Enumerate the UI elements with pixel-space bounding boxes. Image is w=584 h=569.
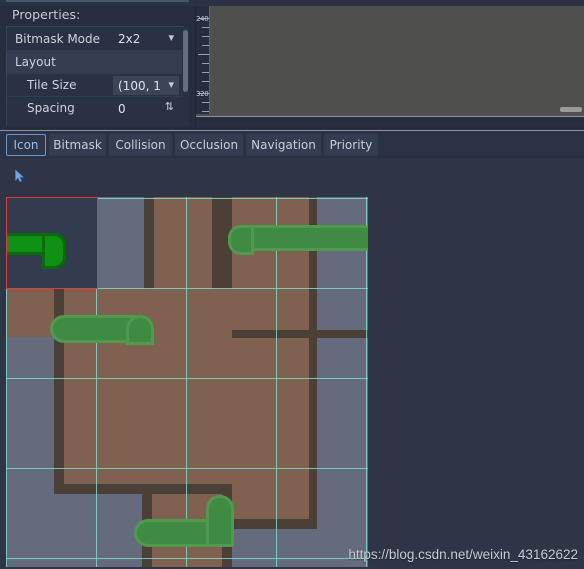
viewport-top-strip [196, 0, 584, 6]
vine-segment [206, 495, 234, 547]
tilemap-canvas[interactable] [6, 197, 368, 567]
spacing-spinbox[interactable]: 0 ⇅ [113, 99, 179, 118]
spacing-value: 0 [118, 101, 126, 116]
inspector-top-divider [6, 0, 189, 2]
tile-block [154, 197, 212, 289]
chevron-down-icon: ▾ [168, 78, 174, 91]
ruler-tick [198, 54, 209, 55]
spinner-updown-icon[interactable]: ⇅ [165, 100, 174, 113]
bitmask-mode-value: 2x2 [118, 31, 141, 46]
grid-line-horizontal [6, 468, 368, 469]
tab-collision[interactable]: Collision [109, 134, 172, 156]
tileset-viewport[interactable]: 240 320 [196, 0, 584, 121]
scrollbar-thumb[interactable] [183, 30, 188, 92]
tab-bitmask[interactable]: Bitmask [49, 134, 106, 156]
ruler-tick [202, 27, 209, 28]
ruler-tick [202, 102, 209, 103]
property-label: Tile Size [27, 78, 77, 92]
ruler-tick [202, 111, 209, 112]
tile-block [232, 330, 317, 338]
editor-toolstrip [0, 159, 584, 190]
grid-line-vertical [366, 197, 367, 567]
grid-line-horizontal [6, 378, 368, 379]
tile-block [6, 337, 54, 567]
tile-block [152, 487, 222, 494]
vertical-ruler: 240 320 [196, 6, 210, 114]
ruler-tick [202, 63, 209, 64]
tile-art-layer [6, 197, 368, 567]
property-row-bitmask-mode[interactable]: Bitmask Mode 2x2 ▾ [7, 27, 183, 50]
properties-label: Properties: [12, 7, 81, 22]
grid-line-vertical [186, 197, 187, 567]
tile-block [6, 289, 54, 337]
tile-block [309, 330, 317, 520]
viewport-bottom-fill [196, 117, 584, 121]
properties-table: Bitmask Mode 2x2 ▾ Layout Tile Size (100… [6, 26, 184, 126]
ruler-label: 320 [196, 90, 209, 98]
tile-block [144, 197, 154, 289]
property-row-spacing[interactable]: Spacing 0 ⇅ [7, 96, 183, 119]
ruler-tick [202, 81, 209, 82]
property-group-layout[interactable]: Layout [7, 50, 183, 73]
property-label: Spacing [27, 101, 75, 115]
tile-size-value: (100, 1 [118, 78, 161, 93]
chevron-down-icon: ▾ [168, 31, 174, 44]
vine-segment [126, 315, 154, 345]
vine-segment [228, 225, 254, 255]
tile-editor-area: https://blog.csdn.net/weixin_43162622 [0, 159, 584, 569]
grid-line-horizontal [6, 558, 368, 559]
bitmask-mode-combobox[interactable]: 2x2 ▾ [113, 29, 179, 48]
tab-navigation[interactable]: Navigation [246, 134, 321, 156]
vine-segment [42, 233, 66, 269]
ruler-label: 240 [196, 15, 209, 23]
tab-icon[interactable]: Icon [6, 134, 46, 156]
tile-block [317, 338, 368, 520]
ruler-tick [202, 36, 209, 37]
inspector-vertical-scrollbar[interactable] [182, 27, 189, 126]
tile-block [317, 330, 368, 338]
property-label: Bitmask Mode [15, 31, 101, 46]
inspector-panel: Properties: Bitmask Mode 2x2 ▾ Layout Ti… [0, 0, 196, 126]
ruler-tick [202, 72, 209, 73]
property-row-tile-size[interactable]: Tile Size (100, 1 ▾ [7, 73, 183, 96]
watermark-text: https://blog.csdn.net/weixin_43162622 [348, 547, 578, 562]
tile-data-tabbar: Icon Bitmask Collision Occlusion Navigation P… [0, 131, 584, 159]
ruler-tick [202, 45, 209, 46]
tile-size-combobox[interactable]: (100, 1 ▾ [113, 76, 179, 95]
tab-priority[interactable]: Priority [324, 134, 378, 156]
tab-occlusion[interactable]: Occlusion [175, 134, 243, 156]
select-cursor-tool-icon[interactable] [13, 168, 27, 182]
tile-block [232, 519, 317, 529]
viewport-horizontal-scrollbar[interactable] [560, 107, 582, 112]
tile-block [212, 197, 220, 289]
grid-line-vertical [276, 197, 277, 567]
tile-block [54, 423, 64, 427]
editor-window: Properties: Bitmask Mode 2x2 ▾ Layout Ti… [0, 0, 584, 569]
top-docks: Properties: Bitmask Mode 2x2 ▾ Layout Ti… [0, 0, 584, 130]
property-group-label: Layout [15, 55, 56, 69]
